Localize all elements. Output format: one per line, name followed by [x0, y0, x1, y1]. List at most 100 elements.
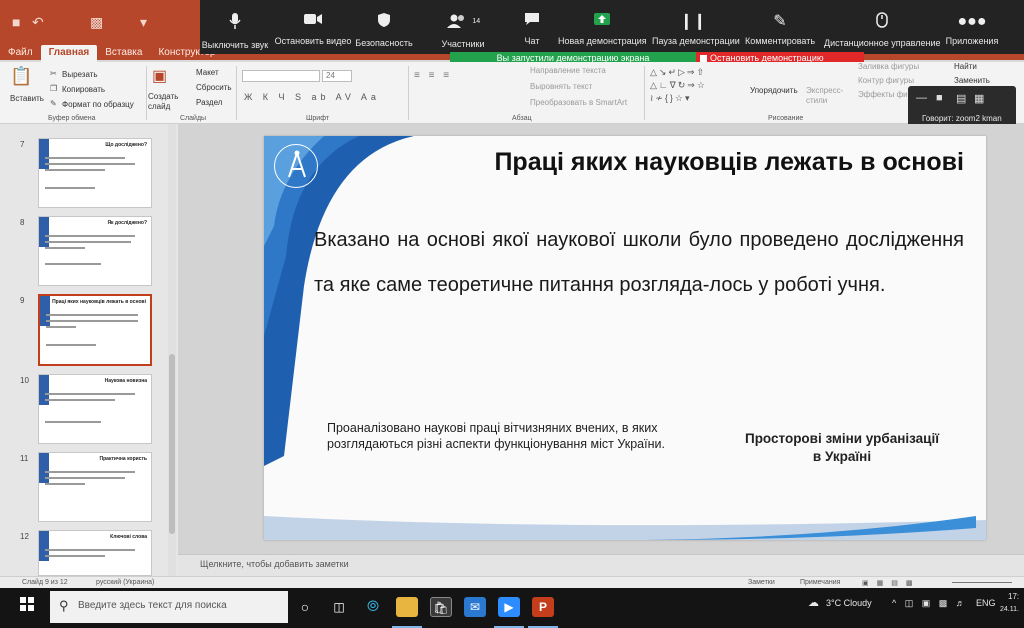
slide-thumbnail[interactable]: Ключові слова: [38, 530, 152, 576]
cortana-icon[interactable]: ○: [294, 597, 316, 617]
stop-video-button[interactable]: Остановить видео: [274, 0, 352, 54]
slide-thumbnail[interactable]: Що досліджено?: [38, 138, 152, 208]
language-indicator[interactable]: русский (Украина): [96, 579, 154, 586]
more-icon: ●●●: [957, 13, 987, 30]
thumbnail-text-line: [45, 235, 135, 237]
slide-thumbnail-selected[interactable]: Праці яких науковців лежать в основі: [38, 294, 152, 366]
clock-time[interactable]: 17:: [1008, 592, 1019, 601]
text-direction-button[interactable]: Направление текста: [530, 66, 606, 75]
align-text-button[interactable]: Выровнять текст: [530, 82, 592, 91]
scrollbar-thumb[interactable]: [169, 354, 175, 534]
view-buttons[interactable]: ▣▦▤▩: [862, 579, 920, 587]
arrange-button[interactable]: Упорядочить: [750, 86, 798, 95]
cut-button[interactable]: Вырезать: [62, 70, 98, 79]
thumbnail-text-line: [46, 320, 138, 322]
slide-thumbnail[interactable]: Практична користь: [38, 452, 152, 522]
copy-icon: ❐: [50, 84, 58, 93]
thumbnail-text-line: [46, 314, 138, 316]
list-buttons[interactable]: ≡ ≡ ≡: [414, 70, 452, 81]
shapes-gallery[interactable]: △↘↵▷⇒⇧ △∟∇↻⇒☆ ≀≁{}☆▾: [650, 66, 740, 108]
customize-toolbar-icon[interactable]: ▾: [140, 14, 147, 31]
tab-file[interactable]: Файл: [0, 45, 41, 62]
shape-outline-button[interactable]: Контур фигуры: [858, 76, 914, 85]
shape-fill-button[interactable]: Заливка фигуры: [858, 62, 919, 71]
annotate-button[interactable]: ✎ Комментировать: [744, 0, 816, 54]
slide-thumbnail[interactable]: Наукова новизна: [38, 374, 152, 444]
pause-icon: ❙❙: [679, 13, 707, 30]
zoom-slider[interactable]: [952, 582, 1012, 583]
video-camera-icon: [274, 12, 352, 32]
tray-icons[interactable]: ^ ◫ ▣ ▩ ♬: [892, 598, 968, 609]
start-slideshow-icon[interactable]: ▩: [90, 14, 103, 31]
smartart-button[interactable]: Преобразовать в SmartArt: [530, 98, 627, 107]
slide-thumbnail[interactable]: Як досліджено?: [38, 216, 152, 286]
chat-button[interactable]: Чат: [512, 0, 552, 54]
thumbnail-text-line: [45, 399, 115, 401]
language-indicator[interactable]: ENG: [976, 598, 996, 608]
quick-styles-button[interactable]: Экспресс-стили: [806, 86, 846, 106]
font-format-buttons[interactable]: Ж К Ч S ab AV Aa: [244, 92, 380, 102]
comments-toggle[interactable]: Примечания: [800, 579, 840, 586]
find-button[interactable]: Найти: [954, 62, 977, 71]
remote-control-button[interactable]: Дистанционное управление: [824, 0, 940, 54]
minimize-icon[interactable]: —: [916, 92, 927, 104]
font-name-field[interactable]: [242, 70, 320, 82]
reset-button[interactable]: Сбросить: [196, 83, 232, 92]
security-button[interactable]: Безопасность: [354, 0, 414, 54]
remote-control-icon: [824, 12, 940, 34]
slide-canvas[interactable]: Праці яких науковців лежать в основі Вка…: [264, 136, 986, 540]
thumbnail-text-line: [45, 555, 105, 557]
thumbnail-text-line: [45, 393, 135, 395]
new-share-button[interactable]: Новая демонстрация: [558, 0, 647, 54]
new-slide-button[interactable]: Создать слайд: [148, 92, 182, 112]
edge-browser-icon[interactable]: ⦾: [362, 597, 384, 617]
taskbar-search-input[interactable]: ⚲ Введите здесь текст для поиска: [50, 591, 288, 623]
slide-thumbnail-panel: 7 Що досліджено? 8 Як досліджено? 9 Прац…: [0, 124, 178, 576]
thumbnail-number: 11: [20, 454, 29, 463]
panel-scrollbar[interactable]: [168, 124, 176, 576]
mute-button[interactable]: Выключить звук: [200, 0, 270, 54]
file-explorer-icon[interactable]: [396, 597, 418, 617]
thumbnail-text-line: [45, 549, 135, 551]
weather-text[interactable]: 3°C Cloudy: [826, 598, 872, 608]
notes-pane[interactable]: Щелкните, чтобы добавить заметки: [178, 554, 1024, 576]
speaker-view-icon[interactable]: ▤: [956, 92, 966, 105]
font-size-field[interactable]: 24: [322, 70, 352, 82]
store-icon[interactable]: 🛍: [430, 597, 452, 617]
new-slide-icon[interactable]: ▣: [152, 66, 167, 86]
paste-icon[interactable]: 📋: [10, 66, 32, 87]
slide-left-textbox[interactable]: Проаналізовано наукові праці вітчизняних…: [327, 420, 705, 452]
undo-icon[interactable]: ↶: [32, 14, 44, 31]
shape-effects-button[interactable]: Эффекты фи: [858, 90, 908, 99]
participants-button[interactable]: 14 Участники: [434, 0, 492, 54]
replace-button[interactable]: Заменить: [954, 76, 990, 85]
thumbnail-text-line: [45, 483, 85, 485]
format-painter-icon: ✎: [50, 99, 57, 108]
tab-insert[interactable]: Вставка: [97, 45, 150, 62]
tab-home[interactable]: Главная: [40, 45, 98, 62]
format-painter-button[interactable]: Формат по образцу: [62, 100, 134, 109]
thumbnail-view-icon[interactable]: ■: [936, 92, 943, 104]
thumbnail-number: 8: [20, 218, 25, 227]
paste-button[interactable]: Вставить: [10, 94, 44, 103]
chat-icon: [512, 12, 552, 32]
section-button[interactable]: Раздел: [196, 98, 222, 107]
save-icon[interactable]: ■: [12, 14, 20, 30]
task-view-icon[interactable]: ◫: [328, 597, 350, 617]
notes-toggle[interactable]: Заметки: [748, 579, 775, 586]
apps-button[interactable]: ●●● Приложения: [944, 0, 1000, 54]
clock-date[interactable]: 24.11.: [1000, 606, 1019, 613]
slide-right-textbox[interactable]: Просторові зміни урбанізації в Україні: [742, 430, 942, 466]
mail-icon[interactable]: ✉: [464, 597, 486, 617]
slide-body-text[interactable]: Вказано на основі якої наукової школи бу…: [314, 218, 964, 308]
copy-button[interactable]: Копировать: [62, 85, 105, 94]
windows-start-icon[interactable]: [16, 597, 38, 617]
pause-share-button[interactable]: ❙❙ Пауза демонстрации: [652, 0, 740, 54]
slide-title[interactable]: Праці яких науковців лежать в основі: [494, 148, 964, 177]
powerpoint-app-icon[interactable]: P: [532, 597, 554, 617]
zoom-app-icon[interactable]: ▶: [498, 597, 520, 617]
layout-button[interactable]: Макет: [196, 68, 219, 77]
university-logo: [274, 144, 318, 188]
gallery-view-icon[interactable]: ▦: [974, 92, 984, 105]
zoom-meeting-toolbar: Выключить звук Остановить видео Безопасн…: [200, 0, 1024, 54]
